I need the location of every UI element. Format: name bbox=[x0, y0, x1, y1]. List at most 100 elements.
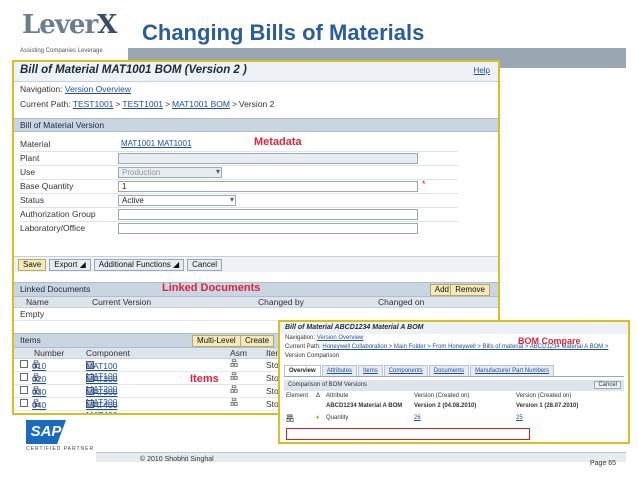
row-checkbox[interactable] bbox=[20, 399, 28, 407]
save-button[interactable]: Save bbox=[18, 259, 47, 271]
column-version-old: Version (Created on) bbox=[516, 393, 572, 399]
laboratory-office-label: Laboratory/Office bbox=[20, 223, 86, 233]
breadcrumb-item[interactable]: TEST1001 bbox=[73, 99, 114, 109]
column-name: Name bbox=[26, 297, 49, 307]
compare-version-2: Version 2 (04.08.2010) bbox=[414, 403, 477, 409]
column-version-new: Version (Created on) bbox=[414, 393, 470, 399]
comparison-section-header: Comparison of BOM Versions Cancel bbox=[284, 380, 624, 391]
navigation-label: Navigation: bbox=[20, 84, 63, 94]
difference-highlight bbox=[286, 428, 530, 440]
status-select[interactable]: Active bbox=[118, 195, 236, 206]
version-section-header: Bill of Material Version bbox=[14, 118, 498, 132]
cancel-button[interactable]: Cancel bbox=[187, 259, 223, 271]
empty-text: Empty bbox=[20, 309, 45, 319]
use-label: Use bbox=[20, 167, 36, 177]
linked-documents-title: Linked Documents bbox=[20, 284, 91, 294]
path-label: Current Path: bbox=[20, 99, 71, 109]
comparison-section-title: Comparison of BOM Versions bbox=[288, 382, 368, 388]
use-select: Production bbox=[118, 167, 222, 178]
laboratory-office-field[interactable] bbox=[118, 223, 418, 234]
base-quantity-label: Base Quantity bbox=[20, 181, 74, 191]
compare-value-new[interactable]: 26 bbox=[414, 415, 421, 421]
row-checkbox[interactable] bbox=[20, 386, 28, 394]
linked-documents-columns: Name Current Version Changed by Changed … bbox=[14, 297, 498, 308]
page-number: Page 65 bbox=[590, 460, 617, 467]
breadcrumb-item[interactable]: MAT1001 BOM bbox=[172, 99, 230, 109]
status-label: Status bbox=[20, 195, 45, 205]
create-button[interactable]: Create bbox=[240, 335, 275, 347]
plant-label: Plant bbox=[20, 153, 40, 163]
compare-cancel-button[interactable]: Cancel bbox=[594, 381, 621, 389]
logo-word: Lever bbox=[22, 10, 98, 40]
item-number-link[interactable]: 030 bbox=[32, 387, 46, 397]
version-toolbar: Save Export ◢ Additional Functions ◢ Can… bbox=[14, 256, 498, 272]
column-delta: Δ bbox=[316, 393, 321, 399]
compare-breadcrumb-current: Version Comparison bbox=[285, 353, 340, 359]
column-changed-on: Changed on bbox=[378, 297, 425, 307]
tab-items[interactable]: Items bbox=[358, 365, 383, 376]
base-quantity-field[interactable]: 1 bbox=[118, 181, 418, 192]
compare-version-1: Version 1 (28.07.2010) bbox=[516, 403, 579, 409]
remove-button[interactable]: Remove bbox=[450, 284, 490, 296]
compare-tabs: Overview Attributes Items Components Doc… bbox=[284, 365, 624, 377]
breadcrumb-item[interactable]: TEST1001 bbox=[122, 99, 163, 109]
window-title: Bill of Material MAT1001 BOM (Version 2 … bbox=[14, 62, 498, 82]
window-title-text: Bill of Material MAT1001 BOM (Version 2 … bbox=[20, 64, 247, 76]
tab-components[interactable]: Components bbox=[383, 365, 428, 376]
compare-version-overview-link[interactable]: Version Overview bbox=[317, 335, 364, 341]
breadcrumb-sep: > bbox=[231, 99, 237, 109]
bom-compare-annotation: BOM Compare bbox=[518, 336, 581, 346]
export-button[interactable]: Export ◢ bbox=[49, 259, 91, 271]
column-component: Component bbox=[86, 348, 130, 358]
item-number-link[interactable]: 020 bbox=[32, 374, 46, 384]
item-number-link[interactable]: 010 bbox=[32, 361, 46, 371]
change-marker-icon: ♦ bbox=[316, 415, 320, 421]
multi-level-button[interactable]: Multi-Level bbox=[192, 335, 241, 347]
help-link[interactable]: Help bbox=[474, 66, 490, 75]
authorization-group-field[interactable] bbox=[118, 209, 418, 220]
copyright: © 2010 Shobhit Singhal bbox=[140, 456, 214, 463]
material-link[interactable]: MAT1001 MAT1001 bbox=[118, 139, 238, 150]
row-checkbox[interactable] bbox=[20, 373, 28, 381]
breadcrumb-sep: > bbox=[115, 99, 121, 109]
additional-functions-button[interactable]: Additional Functions ◢ bbox=[93, 259, 185, 271]
comparison-table: Element Δ Attribute Version (Created on)… bbox=[286, 393, 579, 423]
tab-attributes[interactable]: Attributes bbox=[321, 365, 358, 376]
metadata-annotation: Metadata bbox=[254, 136, 302, 148]
column-current-version: Current Version bbox=[92, 297, 152, 307]
logo-x: X bbox=[97, 10, 117, 40]
items-title: Items bbox=[20, 335, 41, 345]
component-link[interactable]: MAT400 MAT400 bbox=[86, 400, 118, 413]
column-changed-by: Changed by bbox=[258, 297, 304, 307]
items-annotation: Items bbox=[190, 373, 219, 385]
tab-overview[interactable]: Overview bbox=[284, 365, 321, 376]
row-checkbox[interactable] bbox=[20, 360, 28, 368]
column-number: Number bbox=[34, 348, 65, 358]
column-element: Element bbox=[286, 393, 309, 399]
navigation-row: Navigation: Version Overview bbox=[14, 82, 498, 97]
slide-title: Changing Bills of Materials bbox=[142, 20, 425, 45]
tab-manufacturer-part-numbers[interactable]: Manufacturer Part Numbers bbox=[470, 365, 555, 376]
version-form: Metadata Material MAT1001 MAT1001 Plant … bbox=[14, 132, 498, 256]
linked-documents-annotation: Linked Documents bbox=[162, 282, 261, 294]
breadcrumb: Current Path: TEST1001 > TEST1001 > MAT1001 … bbox=[14, 97, 498, 112]
sap-certified-text: CERTIFIED PARTNER bbox=[26, 446, 95, 452]
required-mark: * bbox=[422, 179, 426, 189]
bom-compare-window: Bill of Material ABCD1234 Material A BOM… bbox=[278, 320, 630, 444]
column-asm: Asm bbox=[230, 348, 247, 358]
sap-certified-logo: SAP CERTIFIED PARTNER bbox=[26, 420, 96, 452]
item-number-link[interactable]: 040 bbox=[32, 400, 46, 410]
compare-bom-name: ABCD1234 Material A BOM bbox=[326, 403, 403, 409]
assembly-icon: 品 bbox=[230, 372, 238, 381]
material-label: Material bbox=[20, 139, 51, 149]
breadcrumb-sep: > bbox=[165, 99, 170, 109]
linked-documents-header: Linked Documents Linked Documents Add Re… bbox=[14, 282, 498, 297]
version-overview-link[interactable]: Version Overview bbox=[65, 84, 131, 94]
assembly-icon: 品 bbox=[230, 385, 238, 394]
tab-documents[interactable]: Documents bbox=[428, 365, 470, 376]
leverx-logo: LeverX Assisting Companies Leverage bbox=[12, 2, 122, 60]
compare-attribute-quantity: Quantity bbox=[326, 415, 349, 421]
column-attribute: Attribute bbox=[326, 393, 349, 399]
compare-value-old[interactable]: 25 bbox=[516, 415, 523, 421]
compare-window-title: Bill of Material ABCD1234 Material A BOM bbox=[280, 322, 628, 334]
